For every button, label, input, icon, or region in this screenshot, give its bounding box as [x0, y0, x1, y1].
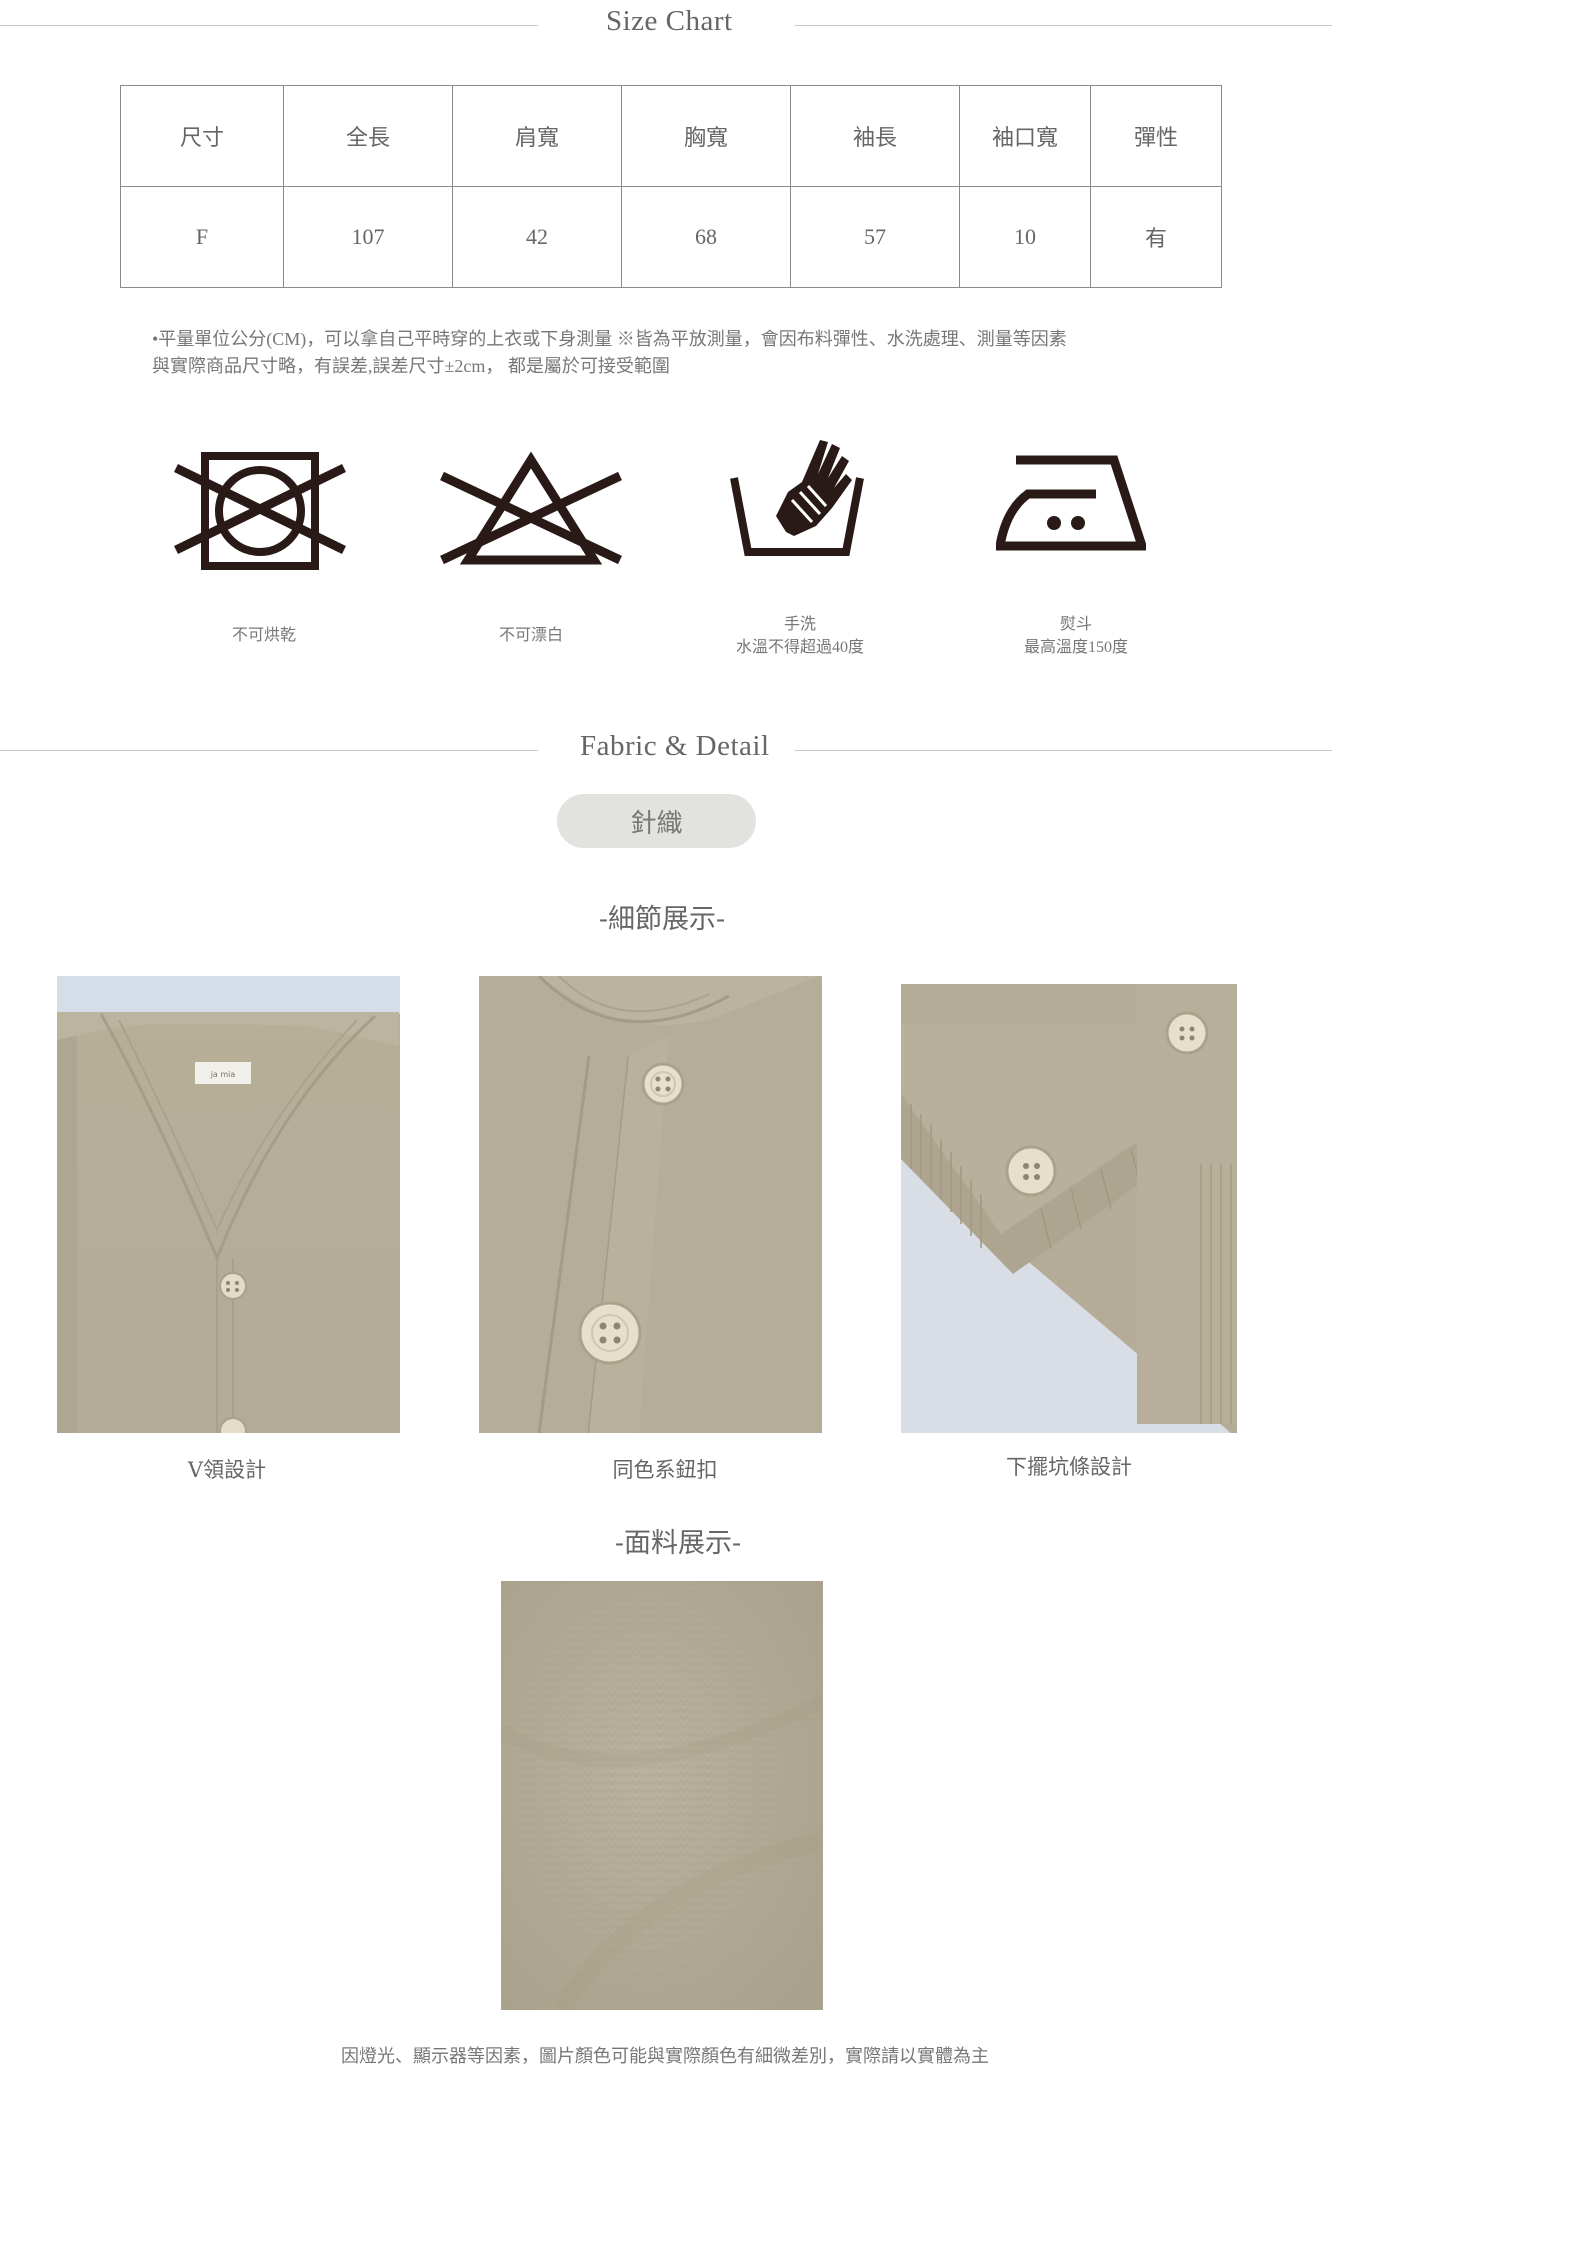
table-row: F 107 42 68 57 10 有	[120, 186, 1222, 288]
iron-icon	[996, 455, 1146, 551]
fabric-detail-title: Fabric & Detail	[580, 730, 770, 762]
size-chart-title: Size Chart	[606, 5, 733, 37]
care-label-subtext: 水溫不得超過40度	[735, 639, 864, 656]
care-label-text: 不可烘乾	[231, 627, 296, 644]
note-line: •平量單位公分(CM)，可以拿自己平時穿的上衣或下身測量 ※皆為平放測量，會因布…	[152, 329, 1067, 349]
header-cell: 尺寸	[120, 85, 284, 187]
no-tumble-dry-icon	[174, 452, 346, 570]
divider	[795, 25, 1332, 26]
header-cell: 肩寬	[452, 85, 622, 187]
header-cell: 全長	[283, 85, 453, 187]
hand-wash-icon	[730, 440, 864, 556]
header-cell: 彈性	[1090, 85, 1222, 187]
table-cell: 42	[452, 186, 622, 288]
size-chart-header: Size Chart	[0, 5, 1332, 45]
v-neck-photo: ja mia	[57, 976, 400, 1433]
brand-tag: ja mia	[210, 1070, 236, 1079]
divider	[0, 750, 538, 751]
care-label-text: 手洗	[783, 616, 816, 633]
care-label-subtext: 最高溫度150度	[1023, 639, 1128, 656]
hem-rib-photo	[901, 984, 1237, 1433]
care-label: 不可漂白	[421, 624, 641, 647]
care-label-text: 不可漂白	[498, 627, 563, 644]
no-bleach-icon	[440, 451, 622, 565]
divider	[0, 25, 538, 26]
care-label-text: 熨斗	[1059, 616, 1092, 633]
header-cell: 袖口寬	[959, 85, 1091, 187]
detail-caption: 同色系鈕扣	[612, 1458, 718, 1482]
detail-caption: V領設計	[187, 1458, 267, 1482]
header-cell: 袖長	[790, 85, 960, 187]
size-table-header-row: 尺寸 全長 肩寬 胸寬 袖長 袖口寬 彈性	[120, 85, 1222, 187]
table-cell: F	[120, 186, 284, 288]
measurement-note: •平量單位公分(CM)，可以拿自己平時穿的上衣或下身測量 ※皆為平放測量，會因布…	[152, 326, 1067, 380]
fabric-swatch-photo	[501, 1581, 823, 2010]
table-cell: 有	[1090, 186, 1222, 288]
material-label: 針織	[630, 808, 683, 839]
header-cell: 胸寬	[621, 85, 791, 187]
divider	[795, 750, 1332, 751]
detail-caption: 下擺坑條設計	[1006, 1455, 1132, 1479]
color-disclaimer: 因燈光、顯示器等因素，圖片顏色可能與實際顏色有細微差別，實際請以實體為主	[341, 2046, 989, 2067]
table-cell: 57	[790, 186, 960, 288]
table-cell: 107	[283, 186, 453, 288]
table-cell: 10	[959, 186, 1091, 288]
care-label: 手洗 水溫不得超過40度	[690, 613, 910, 659]
fabric-section-title: -面料展示-	[614, 1528, 742, 1559]
care-label: 熨斗 最高溫度150度	[966, 613, 1186, 659]
material-badge: 針織	[557, 794, 756, 848]
detail-section-title: -細節展示-	[598, 904, 726, 935]
care-label: 不可烘乾	[154, 624, 374, 647]
table-cell: 68	[621, 186, 791, 288]
button-photo	[479, 976, 822, 1433]
size-table: 尺寸 全長 肩寬 胸寬 袖長 袖口寬 彈性 F 107 42 68 57 10 …	[120, 85, 1222, 288]
note-line: 與實際商品尺寸略，有誤差,誤差尺寸±2cm， 都是屬於可接受範圍	[152, 356, 670, 376]
fabric-detail-header: Fabric & Detail	[0, 730, 1332, 770]
